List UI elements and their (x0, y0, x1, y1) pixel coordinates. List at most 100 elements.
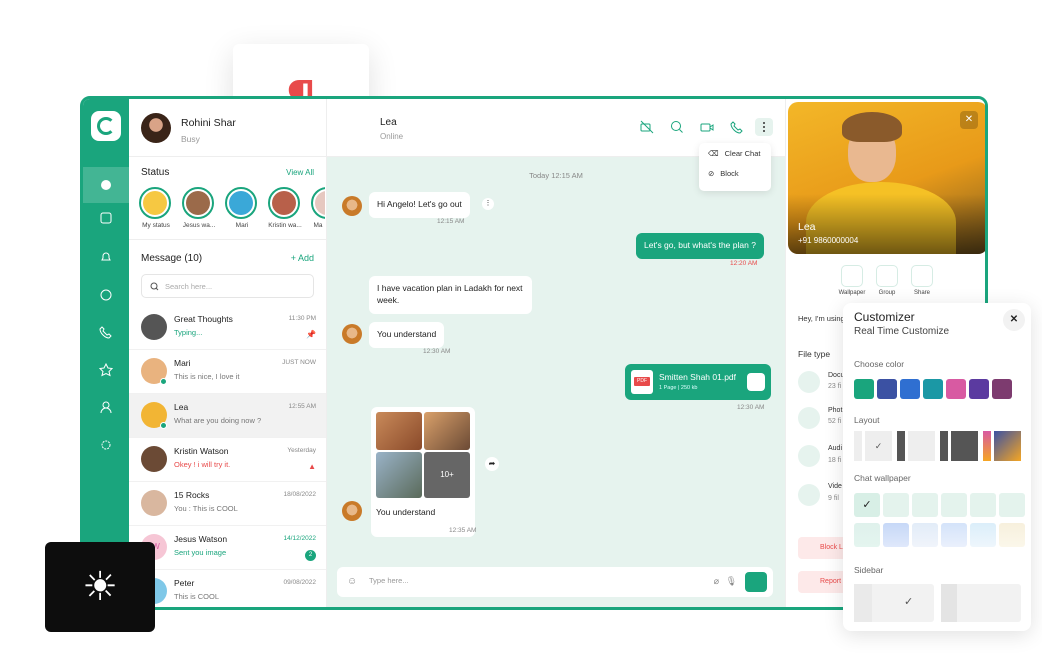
warning-icon: ▲ (308, 462, 316, 471)
file-count: 18 fi (828, 457, 842, 464)
wallpaper-option[interactable] (999, 493, 1025, 517)
wallpaper-option[interactable] (970, 493, 996, 517)
incoming-message[interactable]: Hi Angelo! Let's go out (369, 192, 470, 218)
chat-item[interactable]: JW Jesus Watson Sent you image 14/12/202… (129, 526, 326, 570)
wallpaper-option[interactable]: ✓ (854, 493, 880, 517)
search-input[interactable]: Search here... (141, 274, 314, 298)
photo-icon[interactable] (798, 407, 820, 429)
color-swatch[interactable] (900, 379, 920, 399)
color-swatch[interactable] (946, 379, 966, 399)
story-item[interactable]: My status (139, 187, 173, 229)
wallpaper-option[interactable] (941, 493, 967, 517)
close-icon[interactable]: ✕ (960, 111, 978, 129)
view-all-link[interactable]: View All (286, 168, 314, 177)
message-composer[interactable]: ☺ Type here... ⌀ 🎙 (337, 567, 773, 597)
message-options-icon[interactable]: ⋮ (482, 198, 494, 210)
forward-icon[interactable]: ➦ (485, 457, 499, 471)
file-count: 23 fi (828, 383, 842, 390)
emoji-icon[interactable]: ☺ (347, 576, 357, 587)
search-icon[interactable] (669, 119, 685, 135)
mic-icon[interactable]: 🎙 (726, 576, 737, 587)
story-item[interactable]: Mari (225, 187, 259, 229)
chat-item[interactable]: Lea What are you doing now ? 12:55 AM (129, 394, 326, 438)
attach-icon[interactable]: ⌀ (714, 576, 719, 587)
incoming-message[interactable]: You understand (369, 322, 445, 348)
chat-name: Peter (174, 578, 195, 588)
call-nav-icon[interactable] (83, 314, 129, 350)
chat-item[interactable]: Great Thoughts Typing... 11:30 PM 📌 (129, 306, 326, 350)
chat-item[interactable]: 15 Rocks You : This is COOL 18/08/2022 (129, 482, 326, 526)
chat-list-panel: Rohini Shar Busy Status View All My stat… (129, 99, 327, 607)
file-label: Phot (828, 407, 843, 414)
user-name: Rohini Shar (181, 117, 236, 129)
chat-name: Jesus Watson (174, 534, 228, 544)
image-message[interactable]: 10+ You understand (371, 407, 475, 537)
outgoing-message[interactable]: Let's go, but what's the plan ? (636, 233, 764, 259)
add-message-button[interactable]: + Add (291, 253, 314, 263)
chat-item[interactable]: Kristin Watson Okey ! i will try it. Yes… (129, 438, 326, 482)
contacts-nav-icon[interactable] (83, 200, 129, 236)
avatar[interactable] (141, 113, 171, 143)
story-label: Ma (313, 222, 323, 229)
audio-icon[interactable] (798, 445, 820, 467)
wallpaper-option[interactable] (941, 523, 967, 547)
chat-time: 09/08/2022 (283, 579, 316, 586)
message-time: 12:20 AM (730, 260, 758, 267)
video-off-icon[interactable] (639, 119, 655, 135)
story-item[interactable]: Kristin wa... (268, 187, 302, 229)
sidebar-option[interactable] (941, 584, 1021, 622)
layout-option[interactable] (940, 431, 978, 461)
wallpaper-option[interactable] (854, 523, 880, 547)
color-swatch[interactable] (854, 379, 874, 399)
close-icon[interactable]: ✕ (1003, 309, 1025, 331)
color-swatch[interactable] (877, 379, 897, 399)
layout-option[interactable]: ✓ (854, 431, 892, 461)
more-options-icon[interactable] (755, 118, 773, 136)
clear-chat-menu-item[interactable]: ⌫ Clear Chat (699, 143, 771, 163)
layout-option[interactable] (897, 431, 935, 461)
broom-icon: ⌫ (708, 148, 719, 158)
profile-nav-icon[interactable] (83, 389, 129, 425)
wallpaper-option[interactable] (883, 493, 909, 517)
color-swatch[interactable] (992, 379, 1012, 399)
wallpaper-option[interactable] (912, 493, 938, 517)
wallpaper-action[interactable]: Wallpaper (834, 265, 870, 296)
bell-nav-icon[interactable] (83, 239, 129, 275)
theme-toggle-card[interactable]: ☀ (45, 542, 155, 632)
chart-nav-icon[interactable] (83, 277, 129, 313)
wallpaper-option[interactable] (912, 523, 938, 547)
phone-icon[interactable] (729, 119, 745, 135)
pdf-attachment[interactable]: PDF Smitten Shah 01.pdf 1 Page | 250 kb (625, 364, 771, 400)
chat-item[interactable]: Peter This is COOL 09/08/2022 (129, 570, 326, 607)
chat-item[interactable]: Mari This is nice, I love it JUST NOW (129, 350, 326, 394)
video-call-icon[interactable] (699, 119, 715, 135)
conversation-panel: Lea Online ⌫ Clear Chat ⊘ Block Today 12:1… (327, 99, 785, 607)
video-icon[interactable] (798, 484, 820, 506)
settings-nav-icon[interactable] (83, 427, 129, 463)
star-nav-icon[interactable] (83, 352, 129, 388)
send-button[interactable] (745, 572, 767, 592)
chats-nav-icon[interactable] (83, 167, 129, 203)
group-action[interactable]: Group (869, 265, 905, 296)
file-label: Docu (828, 372, 845, 379)
color-swatch[interactable] (923, 379, 943, 399)
nav-rail (83, 99, 129, 607)
sidebar-option[interactable]: ✓ (854, 584, 934, 622)
customizer-title: Customizer (854, 310, 915, 324)
incoming-message[interactable]: I have vacation plan in Ladakh for next … (369, 276, 532, 314)
wallpaper-option[interactable] (883, 523, 909, 547)
story-item[interactable]: Jesus wa... (182, 187, 216, 229)
more-images-count: 10+ (424, 451, 470, 498)
download-icon[interactable] (747, 373, 765, 391)
layout-option[interactable] (983, 431, 1021, 461)
profile-card: Lea +91 9860000004 ✕ (788, 102, 985, 254)
color-swatch[interactable] (969, 379, 989, 399)
share-action[interactable]: Share (904, 265, 940, 296)
wallpaper-option[interactable] (970, 523, 996, 547)
document-icon[interactable] (798, 371, 820, 393)
pdf-icon: PDF (631, 370, 653, 394)
wallpaper-option[interactable] (999, 523, 1025, 547)
options-menu: ⌫ Clear Chat ⊘ Block (699, 143, 771, 191)
story-item[interactable]: Ma (311, 187, 325, 229)
story-label: Kristin wa... (268, 222, 302, 229)
